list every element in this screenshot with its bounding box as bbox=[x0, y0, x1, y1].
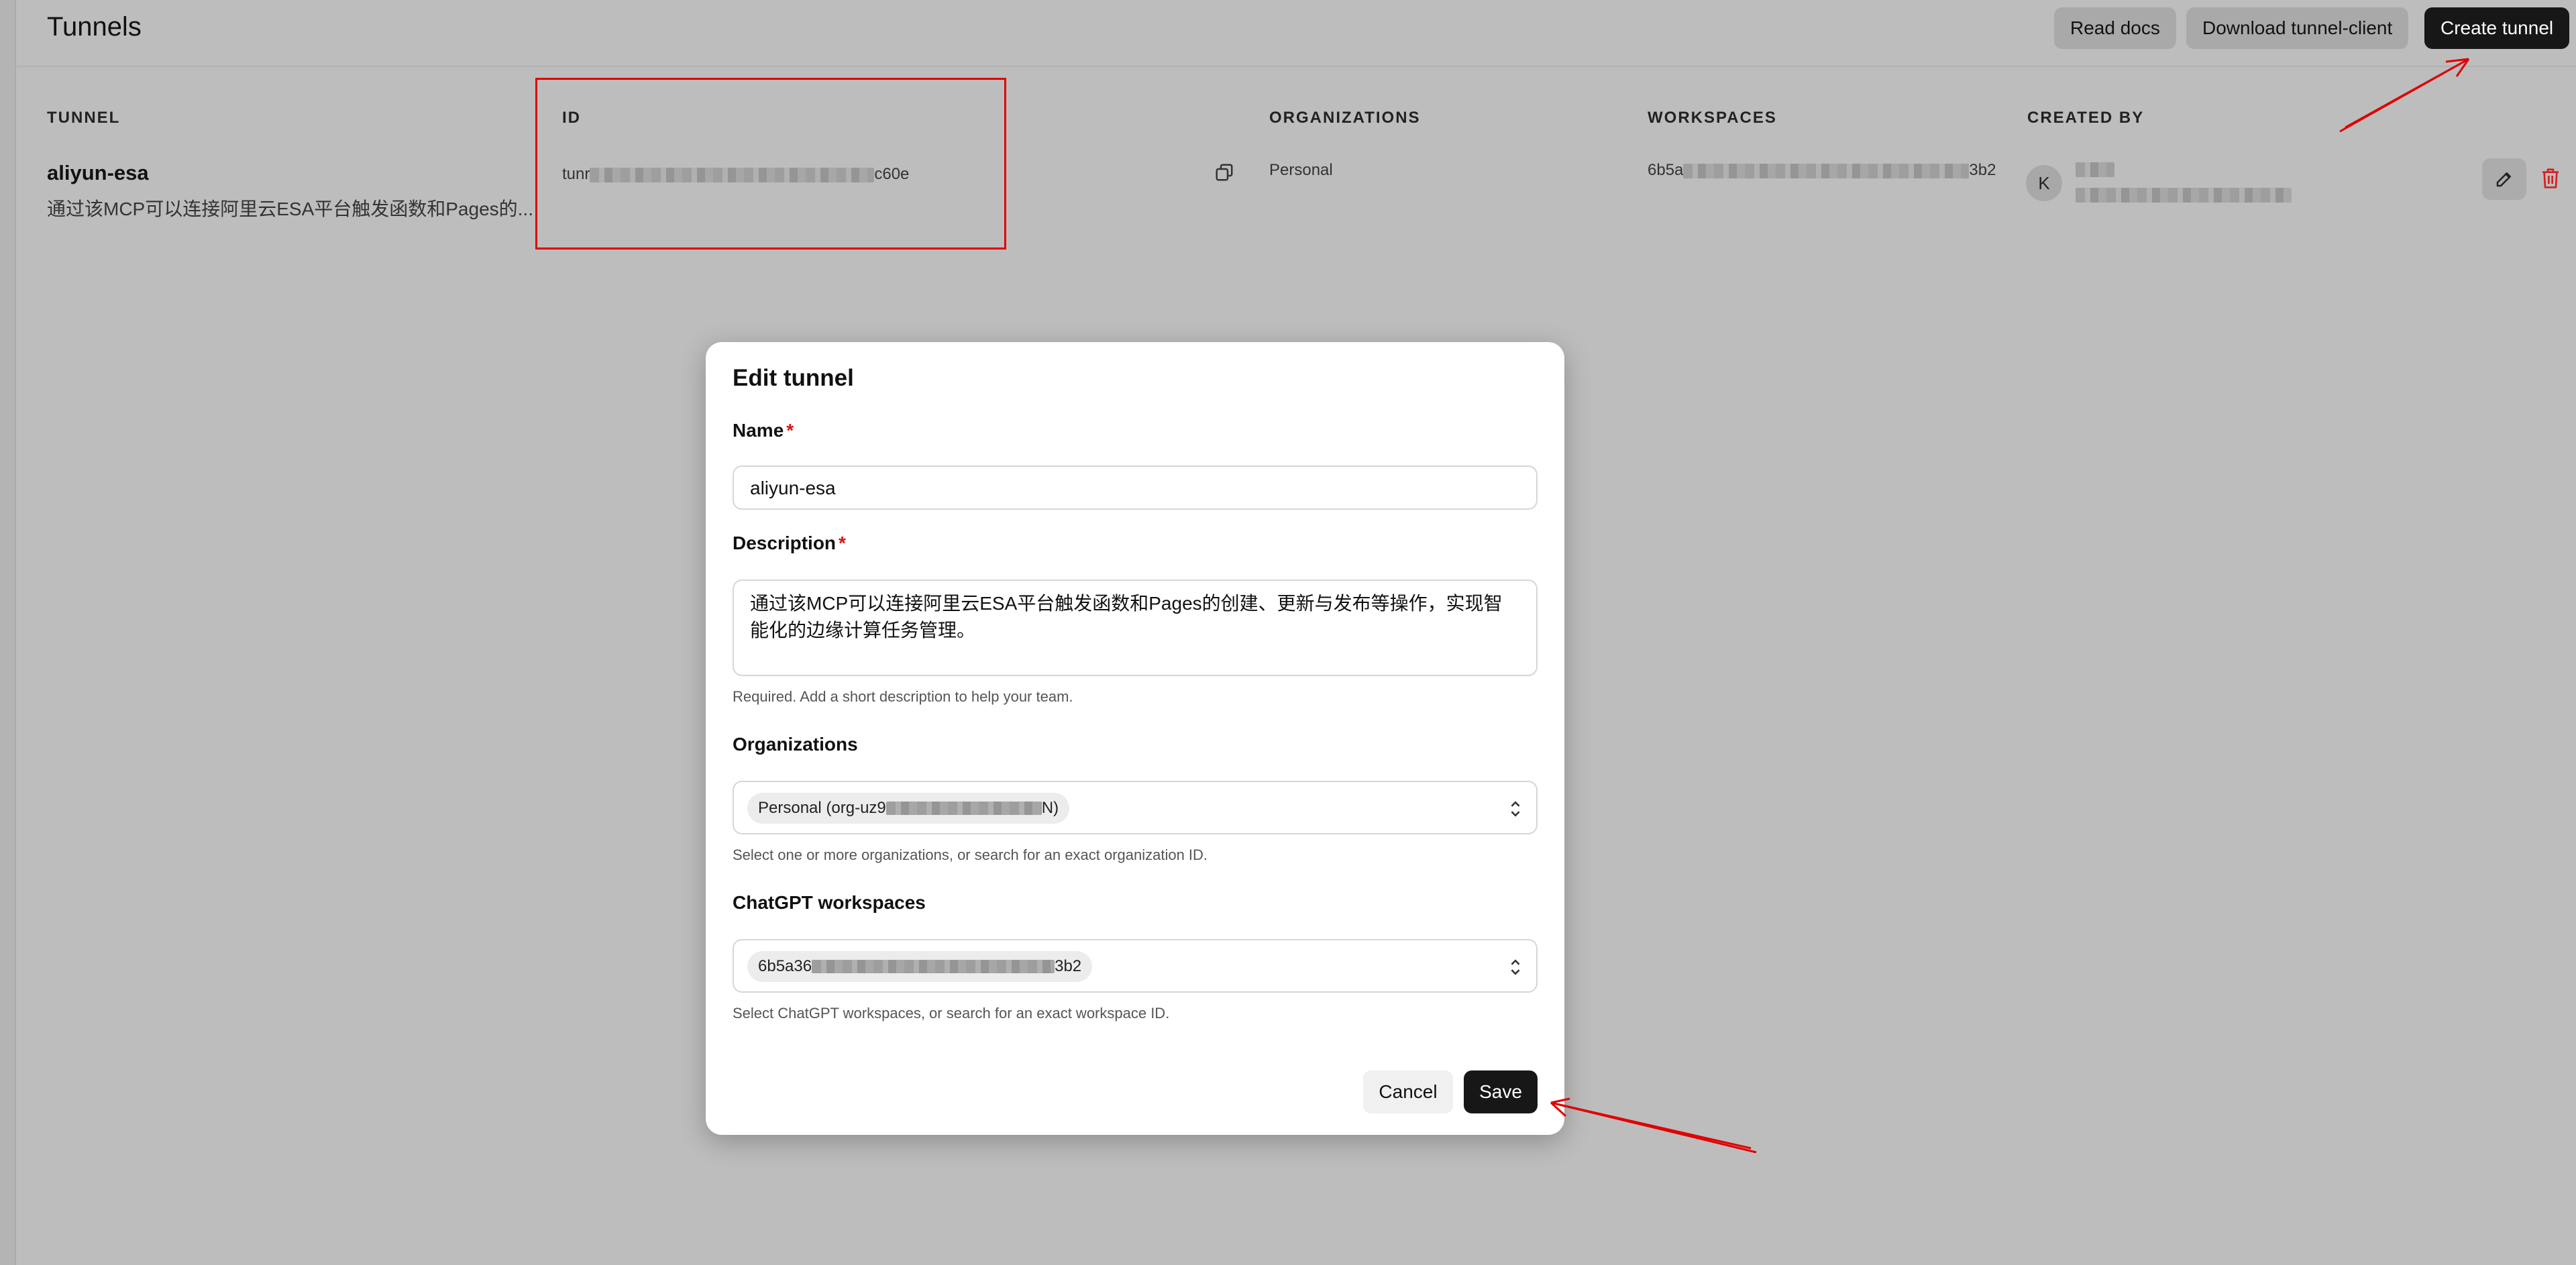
description-label: Description * bbox=[733, 533, 846, 554]
edit-icon bbox=[2496, 172, 2511, 187]
description-help-text: Required. Add a short description to hel… bbox=[733, 688, 1073, 705]
organization-chip[interactable]: Personal (org-uz9 N) bbox=[747, 793, 1070, 824]
trash-icon[interactable] bbox=[2540, 166, 2561, 190]
tunnel-description: 通过该MCP可以连接阿里云ESA平台触发函数和Pages的... bbox=[47, 199, 533, 219]
description-label-text: Description bbox=[733, 533, 837, 553]
name-label: Name * bbox=[733, 420, 794, 441]
avatar: K bbox=[2026, 165, 2062, 201]
required-mark: * bbox=[786, 420, 794, 441]
copy-icon[interactable] bbox=[1214, 162, 1234, 182]
workspaces-select[interactable]: 6b5a36 3b2 bbox=[733, 939, 1538, 993]
dialog-title: Edit tunnel bbox=[733, 365, 854, 391]
description-field-value: 通过该MCP可以连接阿里云ESA平台触发函数和Pages的创建、更新与发布等操作… bbox=[750, 593, 1503, 641]
redacted-block bbox=[2076, 162, 2114, 177]
organization-value: Personal bbox=[1269, 161, 1333, 179]
column-header-tunnel: TUNNEL bbox=[47, 109, 121, 127]
annotation-highlight-box bbox=[535, 78, 1006, 250]
workspace-id-prefix: 6b5a bbox=[1648, 161, 1684, 179]
workspace-chip-prefix: 6b5a36 bbox=[758, 957, 812, 975]
redacted-block bbox=[2076, 188, 2292, 203]
workspaces-help-text: Select ChatGPT workspaces, or search for… bbox=[733, 1005, 1170, 1022]
workspaces-label: ChatGPT workspaces bbox=[733, 892, 926, 913]
redacted-block bbox=[1683, 163, 1970, 178]
column-header-created-by: CREATED BY bbox=[2027, 109, 2145, 127]
save-button[interactable]: Save bbox=[1464, 1070, 1538, 1113]
organization-chip-prefix: Personal (org-uz9 bbox=[758, 799, 886, 817]
page-title: Tunnels bbox=[47, 12, 142, 42]
page-header: Tunnels Read docs Download tunnel-client… bbox=[15, 0, 2576, 67]
organizations-select[interactable]: Personal (org-uz9 N) bbox=[733, 781, 1538, 834]
required-mark: * bbox=[839, 533, 846, 553]
name-field[interactable]: aliyun-esa bbox=[733, 465, 1538, 510]
column-header-workspaces: WORKSPACES bbox=[1648, 109, 1777, 127]
cancel-button[interactable]: Cancel bbox=[1363, 1070, 1453, 1113]
organizations-help-text: Select one or more organizations, or sea… bbox=[733, 846, 1208, 863]
left-rail bbox=[0, 0, 16, 1265]
workspace-chip[interactable]: 6b5a36 3b2 bbox=[747, 951, 1093, 982]
read-docs-button[interactable]: Read docs bbox=[2054, 7, 2176, 49]
chevron-up-down-icon bbox=[1511, 801, 1520, 817]
redacted-block bbox=[812, 960, 1055, 973]
column-header-organizations: ORGANIZATIONS bbox=[1269, 109, 1421, 127]
tunnel-name: aliyun-esa bbox=[47, 161, 149, 184]
create-tunnel-button[interactable]: Create tunnel bbox=[2424, 7, 2570, 49]
name-label-text: Name bbox=[733, 420, 784, 441]
workspace-id: 6b5a 3b2 bbox=[1648, 161, 1996, 180]
organization-chip-suffix: N) bbox=[1041, 799, 1059, 817]
download-tunnel-client-button[interactable]: Download tunnel-client bbox=[2186, 7, 2409, 49]
edit-tunnel-button[interactable] bbox=[2482, 158, 2526, 200]
workspace-chip-suffix: 3b2 bbox=[1055, 957, 1082, 975]
organizations-label: Organizations bbox=[733, 734, 858, 755]
description-field[interactable]: 通过该MCP可以连接阿里云ESA平台触发函数和Pages的创建、更新与发布等操作… bbox=[733, 580, 1538, 676]
chevron-up-down-icon bbox=[1511, 959, 1520, 975]
redacted-block bbox=[885, 802, 1042, 815]
name-field-value: aliyun-esa bbox=[750, 478, 836, 498]
workspace-id-suffix: 3b2 bbox=[1969, 161, 1996, 179]
edit-tunnel-dialog: Edit tunnel Name * aliyun-esa Description… bbox=[706, 342, 1564, 1135]
